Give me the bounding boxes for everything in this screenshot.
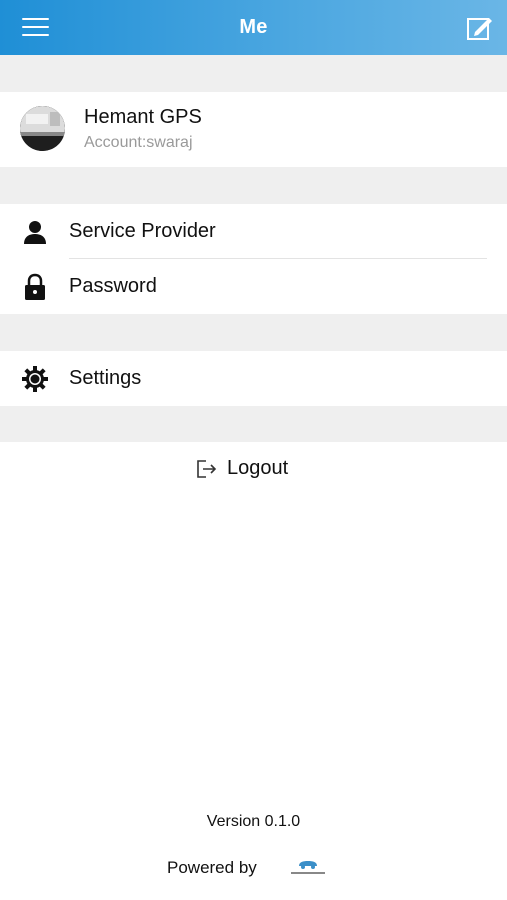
logout-button[interactable]: Logout (0, 442, 507, 497)
profile-name: Hemant GPS (84, 106, 202, 128)
service-provider-label: Service Provider (69, 220, 216, 242)
password-label: Password (69, 275, 157, 297)
service-provider-row[interactable]: Service Provider (0, 204, 507, 259)
gear-icon (22, 366, 48, 392)
section-gap (0, 406, 507, 442)
hamburger-menu-icon[interactable] (22, 18, 49, 36)
password-row[interactable]: Password (0, 259, 507, 314)
page-title: Me (239, 16, 268, 38)
settings-label: Settings (69, 367, 142, 389)
section-gap (0, 167, 507, 204)
profile-account: Account:swaraj (84, 134, 193, 151)
profile-row[interactable]: Hemant GPS Account:swaraj (0, 92, 507, 167)
avatar (20, 106, 65, 151)
user-icon (24, 221, 46, 244)
version-text: Version 0.1.0 (206, 813, 301, 830)
section-gap (0, 314, 507, 351)
logout-label: Logout (227, 457, 289, 479)
me-screen: Me Hemant GPS Account:swaraj Service Pro… (0, 0, 507, 900)
lock-icon (25, 273, 45, 300)
app-header: Me (0, 0, 507, 55)
section-gap (0, 55, 507, 92)
powered-by-logo (291, 861, 325, 874)
powered-by-text: Powered by (167, 858, 257, 877)
logout-icon (197, 459, 217, 478)
edit-icon[interactable] (465, 13, 495, 43)
settings-row[interactable]: Settings (0, 351, 507, 406)
